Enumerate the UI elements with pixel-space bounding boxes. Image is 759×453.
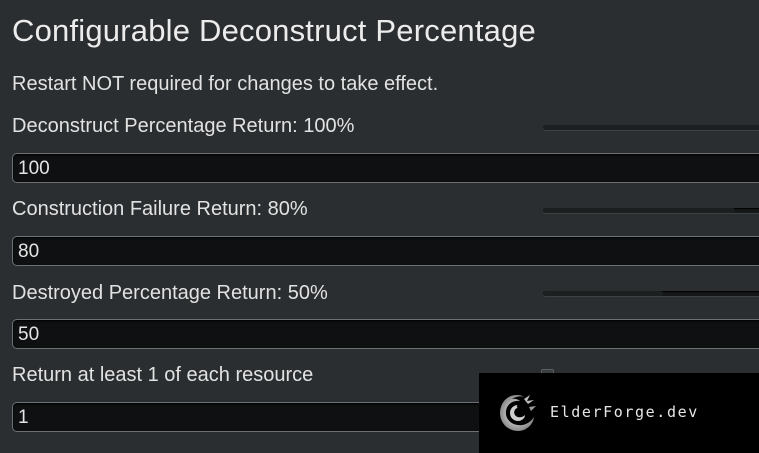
return-at-least-one-label: Return at least 1 of each resource bbox=[12, 364, 314, 386]
return-at-least-one-value: 1 bbox=[18, 407, 29, 428]
page-title: Configurable Deconstruct Percentage bbox=[12, 13, 536, 48]
construction-failure-label: Construction Failure Return: 80% bbox=[12, 198, 308, 220]
construction-failure-input[interactable]: 80 bbox=[12, 236, 759, 266]
destroyed-percentage-slider[interactable] bbox=[543, 291, 759, 296]
destroyed-percentage-slider-fill bbox=[543, 291, 663, 296]
deconstruct-percentage-slider[interactable] bbox=[543, 125, 759, 130]
settings-panel: Configurable Deconstruct Percentage Rest… bbox=[0, 0, 759, 453]
construction-failure-slider[interactable] bbox=[543, 208, 759, 213]
deconstruct-percentage-label: Deconstruct Percentage Return: 100% bbox=[12, 115, 355, 137]
deconstruct-percentage-slider-fill bbox=[543, 125, 759, 130]
destroyed-percentage-value: 50 bbox=[18, 324, 40, 345]
watermark: ElderForge.dev bbox=[479, 373, 759, 453]
dragon-logo-icon bbox=[500, 395, 536, 431]
deconstruct-percentage-input[interactable]: 100 bbox=[12, 153, 759, 183]
destroyed-percentage-label: Destroyed Percentage Return: 50% bbox=[12, 282, 328, 304]
restart-note: Restart NOT required for changes to take… bbox=[12, 73, 439, 95]
deconstruct-percentage-value: 100 bbox=[18, 158, 50, 179]
watermark-text: ElderForge.dev bbox=[550, 403, 699, 421]
destroyed-percentage-input[interactable]: 50 bbox=[12, 319, 759, 349]
construction-failure-value: 80 bbox=[18, 241, 40, 262]
construction-failure-slider-fill bbox=[543, 208, 735, 213]
